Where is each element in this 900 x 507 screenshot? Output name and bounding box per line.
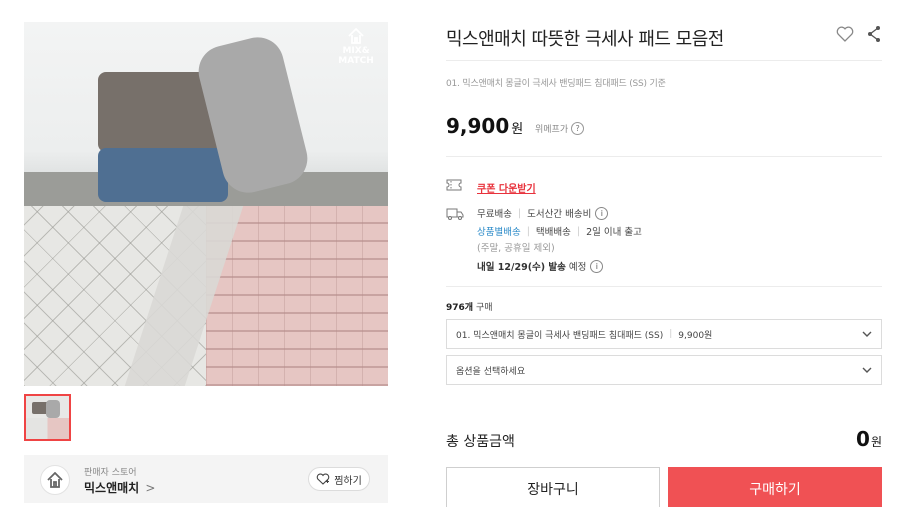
option-select-dropdown[interactable]: 옵션을 선택하세요 bbox=[446, 355, 882, 385]
price-value: 9,900 bbox=[446, 114, 510, 138]
shipping-row-2: 상품별배송 | 택배배송 | 2일 이내 출고 bbox=[477, 225, 642, 239]
chevron-down-icon bbox=[862, 367, 872, 373]
truck-icon bbox=[446, 208, 464, 220]
favorite-store-label: 찜하기 bbox=[334, 475, 362, 487]
shipping-row-3: (주말, 공휴일 제외) bbox=[477, 240, 555, 254]
house-icon bbox=[47, 472, 63, 488]
purchase-count-value: 976개 bbox=[446, 303, 474, 313]
price-note-label: 위메프가 bbox=[535, 125, 569, 135]
total-price-currency: 원 bbox=[870, 435, 882, 449]
holiday-note: (주말, 공휴일 제외) bbox=[477, 243, 555, 254]
courier-shipping: 택배배송 bbox=[535, 227, 571, 238]
divider bbox=[446, 286, 882, 287]
dispatch-eta: 2일 이내 출고 bbox=[586, 227, 642, 238]
coupon-download-link[interactable]: 쿠폰 다운받기 bbox=[477, 180, 536, 195]
selected-option-label: 01. 믹스앤매치 몽글이 극세사 밴딩패드 침대패드 (SS) bbox=[456, 330, 664, 341]
coupon-icon bbox=[446, 179, 462, 191]
buy-now-button[interactable]: 구매하기 bbox=[668, 467, 882, 507]
blue-pad bbox=[98, 148, 228, 202]
brand-logo-text: MIX& MATCH bbox=[338, 46, 374, 66]
favorite-store-button[interactable]: 찜하기 bbox=[308, 467, 370, 491]
house-icon bbox=[348, 28, 364, 44]
option-placeholder: 옵션을 선택하세요 bbox=[456, 366, 526, 377]
arrival-date: 내일 12/29(수) 발송 bbox=[477, 262, 566, 273]
store-name: 믹스앤매치 bbox=[84, 481, 140, 495]
free-shipping: 무료배송 bbox=[477, 209, 512, 220]
chevron-right-icon: > bbox=[145, 481, 156, 495]
price-currency: 원 bbox=[511, 122, 524, 137]
shipping-row-4: 내일 12/29(수) 발송 예정 i bbox=[477, 259, 604, 273]
info-icon[interactable]: i bbox=[590, 259, 604, 273]
total-price: 0원 bbox=[856, 427, 882, 451]
seller-store-box: 판매자 스토어 믹스앤매치 > 찜하기 bbox=[24, 455, 388, 503]
selected-option-dropdown[interactable]: 01. 믹스앤매치 몽글이 극세사 밴딩패드 침대패드 (SS) | 9,900… bbox=[446, 319, 882, 349]
divider bbox=[446, 60, 882, 61]
remote-area-fee: 도서산간 배송비 bbox=[527, 209, 592, 220]
selected-option-price: 9,900원 bbox=[678, 330, 713, 341]
add-to-cart-button[interactable]: 장바구니 bbox=[446, 467, 660, 507]
heart-icon[interactable] bbox=[836, 26, 854, 42]
per-item-shipping: 상품별배송 bbox=[477, 227, 521, 238]
divider bbox=[446, 156, 882, 157]
share-icon[interactable] bbox=[866, 25, 882, 43]
product-main-image: MIX& MATCH bbox=[24, 22, 388, 386]
store-avatar[interactable] bbox=[40, 465, 70, 495]
thumbnail-1[interactable] bbox=[24, 394, 71, 441]
chevron-down-icon bbox=[862, 331, 872, 337]
price-note: 위메프가 ? bbox=[535, 122, 585, 135]
store-caption: 판매자 스토어 bbox=[84, 468, 137, 478]
question-icon[interactable]: ? bbox=[571, 122, 585, 135]
shipping-row-1: 무료배송 | 도서산간 배송비 i bbox=[477, 206, 609, 220]
brand-logo: MIX& MATCH bbox=[334, 28, 378, 66]
purchase-count: 976개 구매 bbox=[446, 300, 493, 313]
product-price: 9,900 원 bbox=[446, 114, 523, 138]
product-subtitle: 01. 믹스앤매치 몽글이 극세사 밴딩패드 침대패드 (SS) 기준 bbox=[446, 79, 666, 89]
heart-plus-icon bbox=[316, 473, 330, 485]
store-name-link[interactable]: 믹스앤매치 > bbox=[84, 479, 155, 496]
purchase-count-suffix: 구매 bbox=[475, 303, 493, 313]
info-icon[interactable]: i bbox=[595, 206, 609, 220]
product-title: 믹스앤매치 따뜻한 극세사 패드 모음전 bbox=[446, 29, 724, 50]
total-price-label: 총 상품금액 bbox=[446, 434, 515, 450]
arrival-suffix: 예정 bbox=[568, 262, 587, 273]
total-price-value: 0 bbox=[856, 427, 870, 451]
